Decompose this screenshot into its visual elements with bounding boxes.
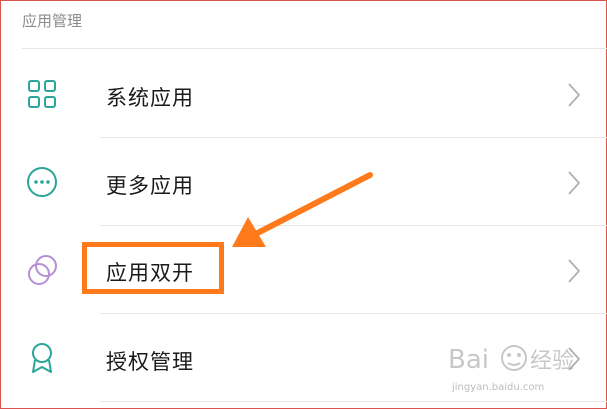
highlight-box bbox=[82, 242, 224, 294]
chevron-right-icon bbox=[568, 171, 581, 195]
badge-icon bbox=[32, 343, 52, 373]
more-circle-icon bbox=[27, 167, 57, 197]
watermark-url: jingyan.baidu.com bbox=[452, 382, 545, 393]
divider bbox=[100, 401, 607, 402]
settings-item-label: 更多应用 bbox=[106, 174, 194, 198]
divider bbox=[22, 48, 607, 49]
settings-item-system-apps[interactable]: 系统应用 bbox=[0, 50, 607, 138]
svg-text:经验: 经验 bbox=[530, 349, 574, 374]
chevron-right-icon bbox=[568, 83, 581, 107]
baidu-jingyan-logo-icon: Bai 经验 bbox=[448, 345, 574, 375]
svg-text:Bai: Bai bbox=[448, 345, 489, 375]
settings-item-label: 系统应用 bbox=[106, 86, 194, 110]
chevron-right-icon bbox=[568, 259, 581, 283]
annotation-arrow-icon bbox=[232, 172, 373, 247]
grid-icon bbox=[28, 80, 56, 108]
dual-circles-icon bbox=[28, 255, 57, 285]
settings-item-label: 授权管理 bbox=[106, 350, 194, 374]
section-title: 应用管理 bbox=[22, 12, 83, 30]
